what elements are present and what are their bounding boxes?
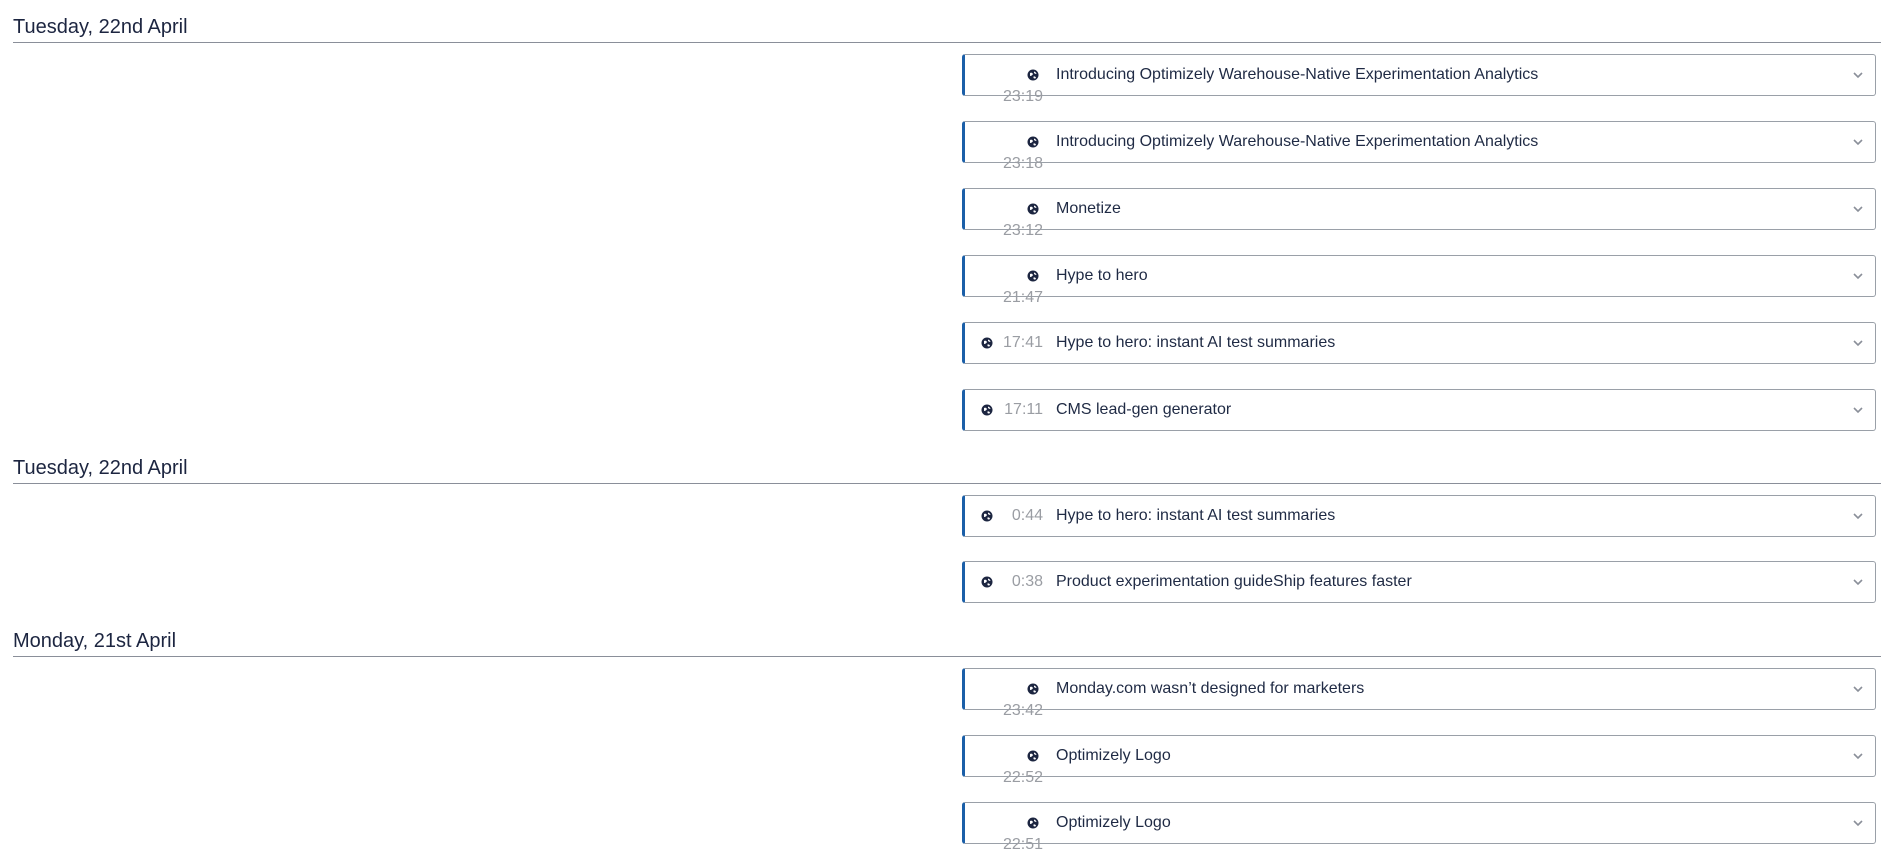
item-time: 17:11 — [1004, 401, 1043, 418]
item-time: 23:42 — [1003, 702, 1044, 719]
item-title: Introducing Optimizely Warehouse-Native … — [1056, 66, 1539, 83]
timeline-item[interactable]: 22:52 Optimizely Logo — [962, 735, 1876, 786]
item-title: Optimizely Logo — [1056, 814, 1171, 831]
day-header: Tuesday, 22nd April — [13, 457, 1881, 484]
globe-icon — [1027, 270, 1039, 282]
item-title: Hype to hero: instant AI test summaries — [1056, 507, 1336, 524]
item-title: Hype to hero — [1056, 267, 1148, 284]
item-title: CMS lead-gen generator — [1056, 401, 1232, 418]
globe-icon — [1027, 817, 1039, 829]
globe-icon — [1027, 136, 1039, 148]
chevron-down-icon[interactable] — [1851, 135, 1865, 149]
chevron-down-icon[interactable] — [1851, 403, 1865, 417]
day-header: Monday, 21st April — [13, 630, 1881, 657]
chevron-down-icon[interactable] — [1851, 68, 1865, 82]
item-time: 23:18 — [1003, 155, 1044, 172]
globe-icon — [981, 337, 993, 349]
item-title: Product experimentation guideShip featur… — [1056, 573, 1412, 590]
chevron-down-icon[interactable] — [1851, 269, 1865, 283]
timeline-item[interactable]: 23:19 Introducing Optimizely Warehouse-N… — [962, 54, 1876, 105]
item-time: 21:47 — [1003, 289, 1044, 306]
item-title: Hype to hero: instant AI test summaries — [1056, 334, 1336, 351]
globe-icon — [981, 510, 993, 522]
timeline-item[interactable]: 23:42 Monday.com wasn’t designed for mar… — [962, 668, 1876, 719]
day-title: Monday, 21st April — [13, 630, 177, 652]
chevron-down-icon[interactable] — [1851, 575, 1865, 589]
chevron-down-icon[interactable] — [1851, 682, 1865, 696]
item-time: 23:19 — [1003, 88, 1044, 105]
item-time: 22:52 — [1003, 769, 1044, 786]
item-time: 0:38 — [1011, 573, 1043, 590]
chevron-down-icon[interactable] — [1851, 816, 1865, 830]
day-title: Tuesday, 22nd April — [13, 457, 188, 479]
day-title: Tuesday, 22nd April — [13, 16, 188, 38]
timeline-item[interactable]: 0:44 Hype to hero: instant AI test summa… — [962, 495, 1876, 537]
item-time: 0:44 — [1011, 507, 1043, 524]
item-title: Introducing Optimizely Warehouse-Native … — [1056, 133, 1539, 150]
globe-icon — [981, 404, 993, 416]
timeline-item[interactable]: 17:11 CMS lead-gen generator — [962, 389, 1876, 431]
chevron-down-icon[interactable] — [1851, 749, 1865, 763]
item-title: Monetize — [1056, 200, 1121, 217]
day-header: Tuesday, 22nd April — [13, 16, 1881, 43]
item-time: 22:51 — [1003, 836, 1044, 853]
globe-icon — [1027, 750, 1039, 762]
timeline-item[interactable]: 17:41 Hype to hero: instant AI test summ… — [962, 322, 1876, 364]
item-title: Monday.com wasn’t designed for marketers — [1056, 680, 1365, 697]
item-time: 23:12 — [1003, 222, 1044, 239]
globe-icon — [1027, 683, 1039, 695]
item-time: 17:41 — [1002, 334, 1043, 351]
timeline-item[interactable]: 22:51 Optimizely Logo — [962, 802, 1876, 853]
chevron-down-icon[interactable] — [1851, 509, 1865, 523]
chevron-down-icon[interactable] — [1851, 202, 1865, 216]
timeline-item[interactable]: 21:47 Hype to hero — [962, 255, 1876, 306]
timeline-item[interactable]: 23:18 Introducing Optimizely Warehouse-N… — [962, 121, 1876, 172]
item-title: Optimizely Logo — [1056, 747, 1171, 764]
globe-icon — [1027, 203, 1039, 215]
globe-icon — [981, 576, 993, 588]
timeline-item[interactable]: 0:38 Product experimentation guideShip f… — [962, 561, 1876, 603]
chevron-down-icon[interactable] — [1851, 336, 1865, 350]
globe-icon — [1027, 69, 1039, 81]
timeline-item[interactable]: 23:12 Monetize — [962, 188, 1876, 239]
